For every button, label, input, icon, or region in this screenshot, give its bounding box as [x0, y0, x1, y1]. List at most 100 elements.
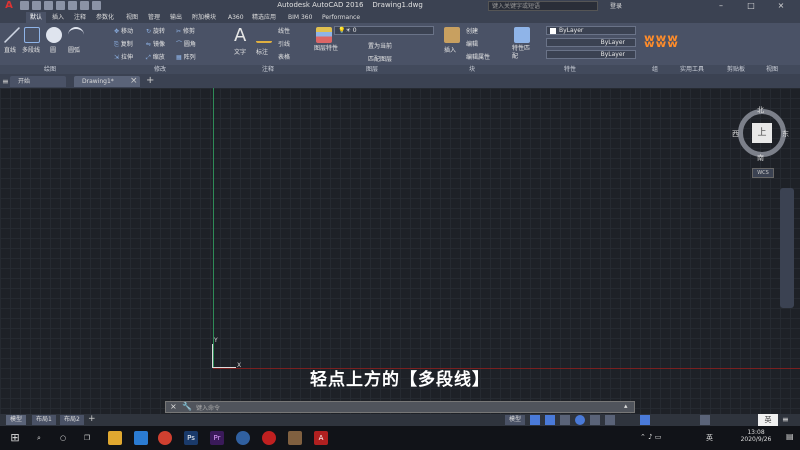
grid-toggle-icon[interactable]	[530, 415, 540, 425]
tab-output[interactable]: 输出	[166, 12, 186, 23]
close-tab-icon[interactable]: ×	[130, 76, 138, 86]
autocad-logo-icon[interactable]: A	[2, 0, 16, 12]
dimension-button[interactable]: 标注	[256, 47, 268, 56]
clock[interactable]: 13:08 2020/9/26	[736, 429, 776, 443]
search-icon[interactable]: ⌕	[32, 431, 46, 445]
file-explorer-icon[interactable]	[108, 431, 122, 445]
compass-north[interactable]: 北	[757, 105, 764, 115]
tab-home[interactable]: 默认	[26, 12, 47, 23]
tab-parametric[interactable]: 参数化	[92, 12, 118, 23]
array-button[interactable]: ▦ 阵列	[176, 52, 196, 61]
photoshop-icon[interactable]: Ps	[184, 431, 198, 445]
panel-title-annotation[interactable]: 注释	[248, 65, 288, 74]
close-cmd-icon[interactable]: ×	[170, 402, 177, 411]
new-tab-icon[interactable]: +	[146, 75, 154, 86]
circle-button[interactable]: 圆	[50, 45, 56, 54]
new-file-icon[interactable]	[20, 1, 29, 10]
rotate-button[interactable]: ↻ 旋转	[146, 26, 165, 35]
customize-cmd-icon[interactable]: 🔧	[182, 402, 192, 411]
cmd-history-icon[interactable]: ▴	[624, 402, 628, 410]
polyline-icon[interactable]	[24, 27, 40, 43]
tab-model[interactable]: 模型	[6, 415, 27, 425]
sign-in-button[interactable]: 登录	[610, 1, 622, 10]
insert-block-icon[interactable]	[444, 27, 460, 43]
table-button[interactable]: 表格	[278, 52, 290, 61]
dimension-icon[interactable]	[256, 27, 272, 43]
move-button[interactable]: ✥ 移动	[114, 26, 133, 35]
workspace-icon[interactable]	[700, 415, 710, 425]
tab-featured-apps[interactable]: 精选应用	[248, 12, 280, 23]
tab-view[interactable]: 视图	[122, 12, 142, 23]
undo-icon[interactable]	[80, 1, 89, 10]
panel-title-groups[interactable]: 组	[640, 65, 670, 74]
layer-properties-icon[interactable]	[316, 27, 332, 43]
view-top-face[interactable]: 上	[752, 123, 772, 143]
stretch-button[interactable]: ⇲ 拉伸	[114, 52, 133, 61]
lineweight-dropdown[interactable]: ByLayer	[546, 50, 636, 59]
plot-icon[interactable]	[68, 1, 77, 10]
compass-west[interactable]: 西	[732, 129, 739, 139]
insert-block-button[interactable]: 插入	[444, 45, 456, 54]
wcs-menu[interactable]: WCS	[752, 168, 774, 178]
panel-title-utilities[interactable]: 实用工具	[672, 65, 712, 74]
tray-icons[interactable]: ⌃ ♪ ▭	[640, 433, 661, 441]
match-properties-icon[interactable]	[514, 27, 530, 43]
maximize-icon[interactable]: □	[740, 0, 762, 12]
osnap-toggle-icon[interactable]	[590, 415, 600, 425]
panel-title-layers[interactable]: 图层	[352, 65, 392, 74]
polyline-button[interactable]: 多段线	[22, 45, 40, 54]
compass-east[interactable]: 东	[782, 129, 789, 139]
edit-attribute-button[interactable]: 编辑属性	[466, 52, 490, 61]
layer-properties-button[interactable]: 图层特性	[314, 45, 338, 53]
windows-start-icon[interactable]: ⊞	[8, 431, 22, 445]
save-icon[interactable]	[44, 1, 53, 10]
command-line[interactable]: × 🔧 键入命令 ▴	[165, 401, 635, 413]
line-button[interactable]: 直线	[4, 45, 16, 54]
cortana-icon[interactable]: ○	[56, 431, 70, 445]
arc-icon[interactable]	[68, 27, 84, 43]
chrome-icon[interactable]	[158, 431, 172, 445]
redo-icon[interactable]	[92, 1, 101, 10]
panel-title-properties[interactable]: 特性	[550, 65, 590, 74]
set-current-button[interactable]: 置为当前	[368, 41, 392, 50]
compass-south[interactable]: 南	[757, 153, 764, 163]
text-icon[interactable]: A	[234, 25, 246, 46]
open-file-icon[interactable]	[32, 1, 41, 10]
mirror-button[interactable]: ⇋ 镜像	[146, 39, 165, 48]
copy-button[interactable]: ⎘ 复制	[114, 39, 133, 49]
layer-dropdown[interactable]: 💡☀ 0	[334, 26, 434, 35]
scale-button[interactable]: ⤢ 缩放	[146, 52, 165, 62]
tab-layout2[interactable]: 布局2	[60, 415, 84, 425]
tab-addins[interactable]: 附加模块	[188, 12, 220, 23]
command-input[interactable]: 键入命令	[196, 403, 220, 412]
game-icon[interactable]	[288, 431, 302, 445]
panel-title-modify[interactable]: 修改	[140, 65, 180, 74]
text-button[interactable]: 文字	[234, 47, 246, 56]
tab-insert[interactable]: 插入	[48, 12, 68, 23]
minimize-icon[interactable]: –	[710, 0, 732, 12]
notifications-icon[interactable]: ▤	[786, 432, 794, 441]
ortho-toggle-icon[interactable]	[560, 415, 570, 425]
edit-block-button[interactable]: 编辑	[466, 39, 478, 48]
fillet-button[interactable]: ⌒ 圆角	[176, 39, 196, 48]
tab-start[interactable]: 开始	[10, 76, 66, 87]
leader-button[interactable]: 引线	[278, 39, 290, 48]
panel-title-clipboard[interactable]: 剪贴板	[716, 65, 756, 74]
ime-indicator[interactable]: 英	[758, 414, 778, 426]
tab-performance[interactable]: Performance	[318, 12, 364, 23]
viewcube[interactable]: 上 北 南 东 西	[732, 105, 792, 163]
snap-toggle-icon[interactable]	[545, 415, 555, 425]
close-icon[interactable]: ×	[770, 0, 792, 12]
menu-icon[interactable]: ≡	[2, 77, 9, 86]
create-block-button[interactable]: 创建	[466, 26, 478, 35]
save-as-icon[interactable]	[56, 1, 65, 10]
polar-toggle-icon[interactable]	[575, 415, 585, 425]
color-dropdown[interactable]: ByLayer	[546, 26, 636, 35]
model-space-button[interactable]: 模型	[505, 415, 526, 425]
navigation-bar[interactable]	[780, 188, 794, 308]
tab-a360[interactable]: A360	[224, 12, 248, 23]
tab-layout1[interactable]: 布局1	[32, 415, 56, 425]
tab-bim360[interactable]: BIM 360	[284, 12, 316, 23]
panel-title-view[interactable]: 视图	[752, 65, 792, 74]
linetype-dropdown[interactable]: ByLayer	[546, 38, 636, 47]
